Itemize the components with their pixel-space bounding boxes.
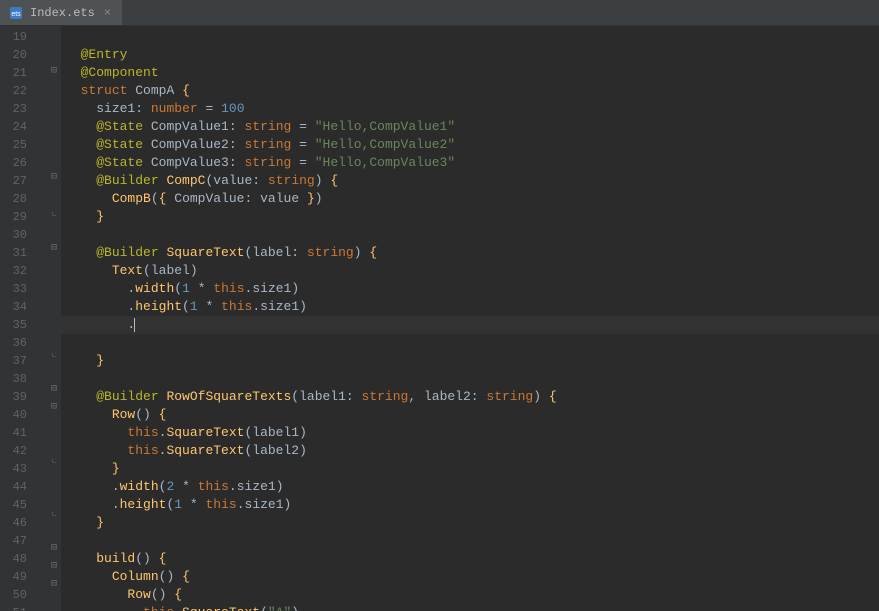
code-line[interactable]: .height(1 * this.size1) (61, 496, 879, 514)
code-line[interactable]: size1: number = 100 (61, 100, 879, 118)
code-area[interactable]: @Entry @Component struct CompA { size1: … (61, 26, 879, 611)
line-number: 36 (0, 334, 47, 352)
line-number: 33 (0, 280, 47, 298)
line-number: 27 (0, 172, 47, 190)
line-number: 37 (0, 352, 47, 370)
code-line[interactable]: struct CompA { (61, 82, 879, 100)
code-line[interactable]: } (61, 208, 879, 226)
line-number: 46 (0, 514, 47, 532)
code-line[interactable]: this.SquareText(label1) (61, 424, 879, 442)
tab-filename: Index.ets (30, 6, 95, 20)
line-number: 21 (0, 64, 47, 82)
fold-close-icon[interactable]: ⌞ (49, 456, 59, 466)
close-icon[interactable]: × (101, 6, 114, 20)
line-number: 23 (0, 100, 47, 118)
line-number: 28 (0, 190, 47, 208)
line-number: 35 (0, 316, 47, 334)
code-line[interactable]: Text(label) (61, 262, 879, 280)
code-line[interactable]: this.SquareText(label2) (61, 442, 879, 460)
line-number: 25 (0, 136, 47, 154)
fold-open-icon[interactable]: ⊟ (49, 244, 59, 254)
fold-close-icon[interactable]: ⌞ (49, 509, 59, 519)
code-line[interactable]: Row() { (61, 406, 879, 424)
line-number: 30 (0, 226, 47, 244)
line-number: 24 (0, 118, 47, 136)
code-line[interactable]: } (61, 514, 879, 532)
code-line[interactable]: build() { (61, 550, 879, 568)
tab-bar: ets Index.ets × (0, 0, 879, 26)
code-line[interactable]: this.SquareText("A") (61, 604, 879, 611)
code-line[interactable]: Row() { (61, 586, 879, 604)
code-line[interactable]: . (61, 316, 879, 334)
code-line[interactable]: @Builder RowOfSquareTexts(label1: string… (61, 388, 879, 406)
line-number: 31 (0, 244, 47, 262)
code-line[interactable] (61, 226, 879, 244)
fold-open-icon[interactable]: ⊟ (49, 403, 59, 413)
line-number: 49 (0, 568, 47, 586)
code-line[interactable]: .height(1 * this.size1) (61, 298, 879, 316)
code-line[interactable]: @Component (61, 64, 879, 82)
line-number: 39 (0, 388, 47, 406)
editor: 1920212223242526272829303132333435363738… (0, 26, 879, 611)
line-number: 42 (0, 442, 47, 460)
line-number: 50 (0, 586, 47, 604)
code-line[interactable] (61, 532, 879, 550)
code-line[interactable] (61, 334, 879, 352)
text-caret (134, 318, 135, 332)
code-line[interactable]: Column() { (61, 568, 879, 586)
fold-close-icon[interactable]: ⌞ (49, 209, 59, 219)
line-number: 29 (0, 208, 47, 226)
code-line[interactable]: } (61, 352, 879, 370)
line-number: 20 (0, 46, 47, 64)
fold-open-icon[interactable]: ⊟ (49, 173, 59, 183)
code-line[interactable]: @State CompValue2: string = "Hello,CompV… (61, 136, 879, 154)
line-number: 45 (0, 496, 47, 514)
line-number: 32 (0, 262, 47, 280)
fold-close-icon[interactable]: ⌞ (49, 350, 59, 360)
line-number-gutter: 1920212223242526272829303132333435363738… (0, 26, 47, 611)
line-number: 38 (0, 370, 47, 388)
code-line[interactable] (61, 370, 879, 388)
line-number: 44 (0, 478, 47, 496)
code-line[interactable]: CompB({ CompValue: value }) (61, 190, 879, 208)
code-line[interactable]: @Entry (61, 46, 879, 64)
line-number: 43 (0, 460, 47, 478)
fold-open-icon[interactable]: ⊟ (49, 544, 59, 554)
ets-file-icon: ets (8, 5, 24, 21)
fold-open-icon[interactable]: ⊟ (49, 67, 59, 77)
fold-open-icon[interactable]: ⊟ (49, 562, 59, 572)
fold-open-icon[interactable]: ⊟ (49, 385, 59, 395)
line-number: 41 (0, 424, 47, 442)
fold-gutter: ⊟ ⊟ ⌞ ⊟ ⌞ ⊟ ⊟ ⌞ ⌞ ⊟ ⊟ ⊟ (47, 26, 61, 611)
line-number: 47 (0, 532, 47, 550)
fold-open-icon[interactable]: ⊟ (49, 580, 59, 590)
line-number: 40 (0, 406, 47, 424)
svg-text:ets: ets (11, 11, 21, 18)
line-number: 48 (0, 550, 47, 568)
code-line[interactable] (61, 28, 879, 46)
code-line[interactable]: @State CompValue1: string = "Hello,CompV… (61, 118, 879, 136)
code-line[interactable]: } (61, 460, 879, 478)
code-line[interactable]: @Builder SquareText(label: string) { (61, 244, 879, 262)
line-number: 34 (0, 298, 47, 316)
line-number: 26 (0, 154, 47, 172)
code-line[interactable]: .width(2 * this.size1) (61, 478, 879, 496)
code-line[interactable]: @Builder CompC(value: string) { (61, 172, 879, 190)
line-number: 22 (0, 82, 47, 100)
file-tab[interactable]: ets Index.ets × (0, 0, 122, 25)
line-number: 51 (0, 604, 47, 611)
line-number: 19 (0, 28, 47, 46)
code-line[interactable]: .width(1 * this.size1) (61, 280, 879, 298)
code-line[interactable]: @State CompValue3: string = "Hello,CompV… (61, 154, 879, 172)
